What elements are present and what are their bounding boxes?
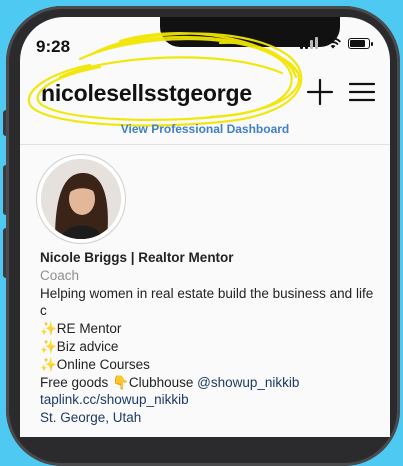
battery-icon: [348, 38, 373, 49]
plus-icon[interactable]: [305, 77, 335, 107]
clubhouse-handle-link[interactable]: @showup_nikkib: [197, 375, 299, 390]
header-divider: [20, 144, 390, 145]
bio-bullet: ✨RE Mentor: [40, 321, 122, 337]
phone-frame: 9:28 nicolesellsstgeorge View Profession…: [0, 0, 403, 466]
avatar-portrait-icon: [41, 159, 121, 239]
profile-name: Nicole Briggs | Realtor Mentor: [40, 250, 234, 265]
signal-icon: [300, 37, 318, 49]
professional-dashboard-link[interactable]: View Professional Dashboard: [20, 122, 390, 136]
status-time: 9:28: [36, 37, 71, 56]
bio-bullet: ✨Biz advice: [40, 338, 119, 354]
profile-website-link[interactable]: taplink.cc/showup_nikkib: [40, 391, 380, 409]
profile-location[interactable]: St. George, Utah: [40, 409, 380, 427]
bio-bullet: ✨Online Courses: [40, 356, 150, 372]
profile-username[interactable]: nicolesellsstgeorge: [41, 80, 252, 107]
hamburger-menu-icon[interactable]: [349, 81, 375, 103]
avatar-photo: [41, 159, 121, 239]
wifi-icon: [325, 37, 341, 49]
bio-intro: Helping women in real estate build the b…: [40, 285, 374, 319]
profile-bio: Nicole Briggs | Realtor Mentor Coach Hel…: [40, 249, 380, 427]
free-goods-line: Free goods 👇Clubhouse @showup_nikkib: [40, 374, 380, 392]
profile-avatar[interactable]: [36, 154, 126, 244]
app-screen: 9:28 nicolesellsstgeorge View Profession…: [20, 17, 390, 437]
status-icons: [300, 37, 373, 49]
free-goods-text: Free goods 👇Clubhouse: [40, 374, 194, 390]
profile-category: Coach: [40, 267, 80, 283]
